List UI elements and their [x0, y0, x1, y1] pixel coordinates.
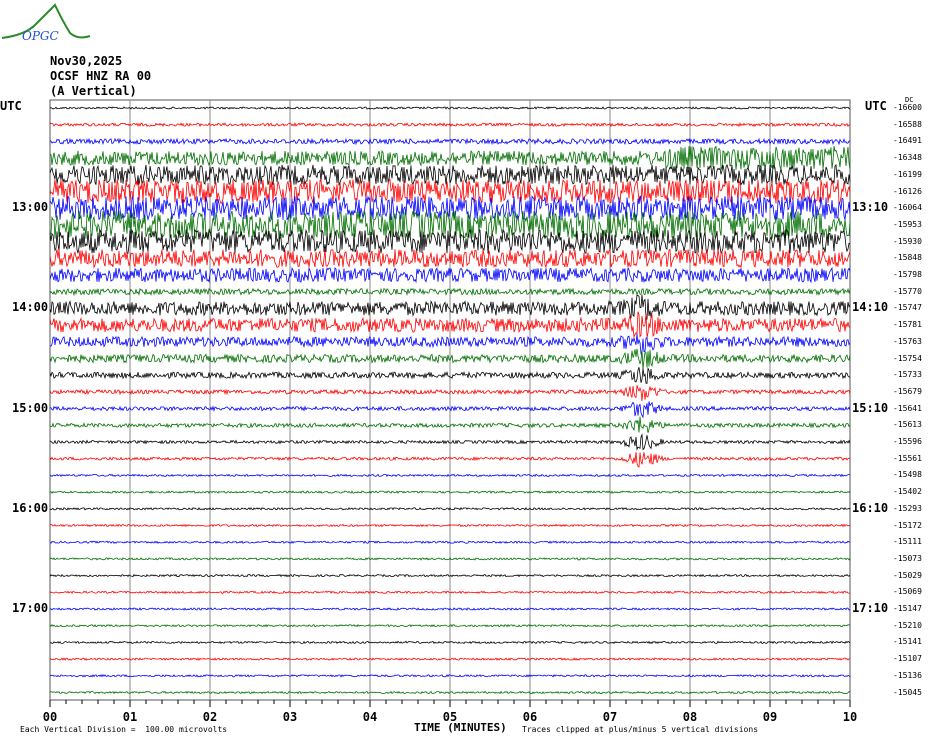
- dc-offset-label: -15073: [893, 553, 922, 563]
- hour-label-left: 15:00: [12, 400, 49, 415]
- utc-right-label: UTC: [865, 99, 887, 113]
- x-tick-label: 07: [603, 710, 617, 724]
- hour-label-left: 14:00: [12, 300, 49, 315]
- hour-label-right: 15:10: [852, 400, 889, 415]
- dc-offset-label: -15763: [893, 336, 922, 346]
- dc-offset-label: -16064: [893, 203, 922, 213]
- x-tick-label: 09: [763, 710, 777, 724]
- dc-offset-label: -16491: [893, 136, 922, 146]
- dc-offset-label: -15848: [893, 253, 922, 263]
- dc-offset-label: -16199: [893, 169, 922, 179]
- dc-offset-label: -15641: [893, 403, 922, 413]
- dc-offset-label: -15107: [893, 654, 922, 664]
- hour-label-right: 13:10: [852, 200, 889, 215]
- dc-offset-label: -15596: [893, 437, 922, 446]
- hour-label-left: 13:00: [12, 200, 49, 215]
- dc-offset-label: -15172: [893, 520, 922, 530]
- x-tick-label: 04: [363, 710, 377, 724]
- utc-left-label: UTC: [0, 99, 22, 113]
- hour-label-right: 16:10: [852, 500, 889, 515]
- x-tick-label: 06: [523, 710, 537, 724]
- footer-clip-note: Traces clipped at plus/minus 5 vertical …: [522, 725, 759, 734]
- dc-offset-label: -15953: [893, 219, 922, 229]
- dc-offset-label: -15733: [893, 370, 922, 380]
- dc-offset-label: -15029: [893, 570, 922, 580]
- logo: OPGC: [1, 3, 91, 43]
- dc-offset-label: -16348: [893, 153, 922, 163]
- x-tick-label: 03: [283, 710, 297, 724]
- dc-offset-label: -15679: [893, 386, 922, 396]
- hour-label-right: 14:10: [852, 300, 889, 315]
- dc-offset-label: -15402: [893, 487, 922, 497]
- x-tick-label: 00: [43, 710, 57, 724]
- dc-offset-label: -15747: [893, 303, 922, 313]
- x-tick-label: 01: [123, 710, 137, 724]
- station-label: OCSF HNZ RA 00: [50, 69, 152, 83]
- dc-offset-label: -16126: [893, 186, 922, 196]
- component-label: (A Vertical): [50, 84, 137, 98]
- dc-offset-label: -15498: [893, 470, 922, 480]
- x-axis-title: TIME (MINUTES): [414, 721, 507, 734]
- dc-offset-label: -15045: [893, 687, 922, 697]
- dc-offset-label: -15111: [893, 537, 922, 547]
- dc-offset-label: -15770: [893, 286, 922, 296]
- x-tick-label: 10: [843, 710, 857, 724]
- dc-offset-label: -15798: [893, 270, 922, 279]
- dc-offset-label: -15147: [893, 604, 922, 613]
- dc-offset-label: -15561: [893, 453, 922, 463]
- dc-offset-label: -15210: [893, 620, 922, 630]
- footer-scale-note: Each Vertical Division = 100.00 microvol…: [20, 725, 228, 734]
- x-tick-label: 08: [683, 710, 697, 724]
- dc-offset-label: -15754: [893, 353, 922, 363]
- dc-offset-label: -15141: [893, 637, 922, 647]
- dc-offset-label: -16600: [893, 103, 922, 112]
- dc-offset-label: -16588: [893, 119, 922, 129]
- helicorder-plot: OPGC 00 01 02 03 04 05 06 07 08 09 10: [1, 3, 857, 724]
- dc-offset-label: -15136: [893, 670, 922, 680]
- dc-offset-label: -15069: [893, 587, 922, 597]
- dc-offset-label: -15930: [893, 236, 922, 246]
- x-tick-label: 02: [203, 710, 217, 724]
- svg-text:OPGC: OPGC: [22, 29, 59, 43]
- dc-offset-label: -15613: [893, 420, 922, 430]
- hour-label-left: 17:00: [12, 601, 49, 615]
- dc-offset-label: -15781: [893, 320, 922, 330]
- dc-offset-label: -15293: [893, 503, 922, 513]
- hour-label-left: 16:00: [12, 500, 49, 515]
- hour-label-right: 17:10: [852, 601, 889, 615]
- date-label: Nov30,2025: [50, 54, 123, 68]
